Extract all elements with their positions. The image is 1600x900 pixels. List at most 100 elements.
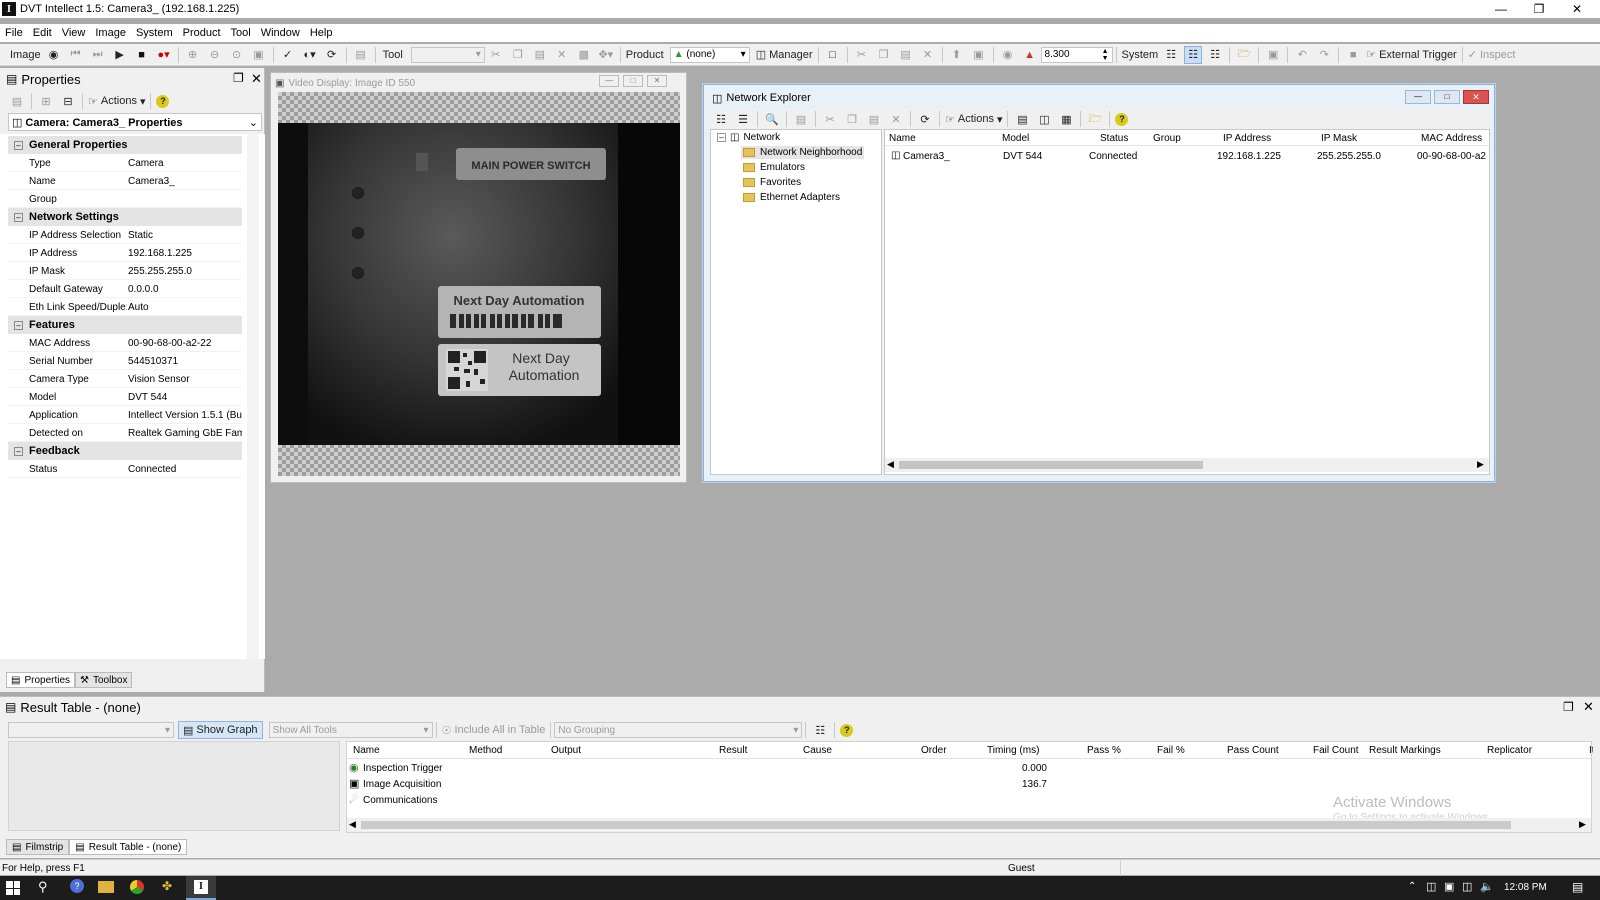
tray-app-icon[interactable]: ◫ (1426, 880, 1436, 893)
stop-icon[interactable]: ■ (133, 46, 151, 64)
object-selector[interactable]: ◫ Camera: Camera3_ Properties ⌄ (8, 113, 262, 131)
tree-node-ethernet-adapters[interactable]: Ethernet Adapters (743, 192, 840, 203)
property-grid-scrollbar[interactable] (247, 134, 259, 659)
contrast-icon[interactable]: ◐▾ (301, 46, 319, 64)
column-header-order[interactable]: Order (921, 745, 947, 756)
grouping-combo[interactable]: No Grouping ▾ (554, 722, 803, 738)
column-header-method[interactable]: Method (469, 745, 502, 756)
list-view-icon[interactable]: ☰ (734, 110, 752, 128)
gain-icon[interactable]: ▲ (1021, 46, 1039, 64)
search-icon[interactable]: ⚲ (38, 879, 48, 895)
play-icon[interactable]: ▶ (111, 46, 129, 64)
hierarchy-icon[interactable]: ☷ (811, 721, 829, 739)
tool-combo[interactable]: ▾ (410, 46, 485, 63)
collapse-all-icon[interactable]: ⊟ (59, 92, 77, 110)
column-header-model[interactable]: Model (1002, 133, 1029, 144)
menu-image[interactable]: Image (90, 27, 131, 39)
menu-edit[interactable]: Edit (28, 27, 57, 39)
upload-icon[interactable]: ⬆ (948, 46, 966, 64)
system-disconnect-icon[interactable]: ☷ (1206, 46, 1224, 64)
camera-snap-icon[interactable]: ◉ (45, 46, 63, 64)
display-mode-icon[interactable]: ⟳ (323, 46, 341, 64)
system-connect-icon[interactable]: ☷ (1184, 45, 1203, 64)
close-icon[interactable]: ✕ (1463, 90, 1489, 104)
include-all-button[interactable]: ☉ Include All in Table (442, 721, 546, 739)
tray-camera-icon[interactable]: ▣ (1444, 880, 1454, 893)
tool-app-icon[interactable]: ✤ (162, 879, 172, 893)
collapse-icon[interactable]: – (14, 320, 23, 330)
view-details-icon[interactable]: ▤ (1013, 110, 1031, 128)
new-product-icon[interactable]: □ (824, 46, 842, 64)
system-network-icon[interactable]: ☷ (1162, 46, 1180, 64)
notifications-icon[interactable]: ▤ (1572, 880, 1583, 894)
tab-properties[interactable]: ▤ Properties (6, 672, 76, 688)
property-row[interactable]: Model DVT 544 (8, 388, 242, 406)
first-frame-icon[interactable]: ⏮ (67, 46, 85, 64)
collapse-icon[interactable]: – (14, 140, 23, 150)
properties-actions-button[interactable]: ☞ Actions ▾ (88, 92, 145, 110)
checkmark-tool-icon[interactable]: ✓ (279, 46, 297, 64)
help-icon[interactable]: ? (156, 92, 170, 110)
refresh-icon[interactable]: ⟳ (916, 110, 934, 128)
property-row[interactable]: Type Camera (8, 154, 242, 172)
table-row[interactable]: ▣ Image Acquisition 136.7 (347, 776, 1591, 792)
save-system-icon[interactable]: ▣ (1264, 46, 1282, 64)
help-app-icon[interactable]: ? (70, 879, 84, 893)
stop-system-icon[interactable]: ■ (1344, 46, 1362, 64)
speaker-icon[interactable]: 🔈 (1480, 880, 1494, 893)
horizontal-scrollbar[interactable]: ◀ ▶ (885, 458, 1489, 472)
inspect-button[interactable]: ✓ Inspect (1468, 46, 1516, 64)
maximize-icon[interactable]: □ (623, 75, 643, 87)
close-panel-icon[interactable]: ✕ (251, 71, 262, 87)
scroll-left-icon[interactable]: ◀ (349, 819, 356, 830)
menu-view[interactable]: View (57, 27, 91, 39)
float-window-icon[interactable]: ❐ (233, 71, 244, 85)
paste-icon[interactable]: ▤ (531, 46, 549, 64)
property-row[interactable]: Default Gateway 0.0.0.0 (8, 280, 242, 298)
table-row[interactable]: ◫ Camera3_ DVT 544 Connected 192.168.1.2… (885, 148, 1489, 164)
minimize-icon[interactable]: — (1405, 90, 1431, 104)
file-explorer-icon[interactable] (98, 881, 114, 893)
collapse-icon[interactable]: – (717, 133, 726, 142)
column-header-name[interactable]: Name (889, 133, 916, 144)
cut-icon[interactable]: ✂ (821, 110, 839, 128)
product-combo[interactable]: ▲ (none) ▾ (669, 46, 750, 63)
network-tree-icon[interactable]: ☷ (712, 110, 730, 128)
view-grid-icon[interactable]: ▦ (1057, 110, 1075, 128)
section-features[interactable]: – Features (8, 316, 242, 334)
search-icon[interactable]: 🔍 (763, 110, 781, 128)
collapse-icon[interactable]: – (14, 446, 23, 456)
tab-toolbox[interactable]: ⚒ Toolbox (75, 672, 133, 688)
column-header-result[interactable]: Result (719, 745, 747, 756)
menu-system[interactable]: System (131, 27, 178, 39)
network-actions-button[interactable]: ☞ Actions ▾ (945, 110, 1002, 128)
property-row[interactable]: Eth Link Speed/Duple: Auto (8, 298, 242, 316)
column-header-it[interactable]: It (1589, 745, 1593, 756)
column-header-group[interactable]: Group (1153, 133, 1181, 144)
record-icon[interactable]: ●▾ (155, 46, 173, 64)
exposure-icon[interactable]: ◉ (999, 46, 1017, 64)
image-canvas[interactable]: MAIN POWER SWITCH Next Day Automation Ne… (278, 92, 680, 476)
zoom-window-icon[interactable]: ▣ (250, 46, 268, 64)
intellect-taskbar-button[interactable]: I (186, 876, 216, 900)
menu-help[interactable]: Help (305, 27, 338, 39)
menu-product[interactable]: Product (178, 27, 226, 39)
open-folder-icon[interactable]: 🗁 (1086, 110, 1104, 128)
zoom-out-icon[interactable]: ⊖ (206, 46, 224, 64)
external-trigger-button[interactable]: ☞ External Trigger (1366, 46, 1457, 64)
column-header-fail-count[interactable]: Fail Count (1313, 745, 1359, 756)
collapse-icon[interactable]: – (14, 212, 23, 222)
section-network[interactable]: – Network Settings (8, 208, 242, 226)
tab-result-table[interactable]: ▤ Result Table - (none) (69, 839, 188, 855)
property-row[interactable]: Application Intellect Version 1.5.1 (Buil (8, 406, 242, 424)
column-header-ip-address[interactable]: IP Address (1223, 133, 1271, 144)
last-frame-icon[interactable]: ⏭ (89, 46, 107, 64)
property-row[interactable]: Detected on Realtek Gaming GbE Famil (8, 424, 242, 442)
column-header-status[interactable]: Status (1100, 133, 1128, 144)
cut-product-icon[interactable]: ✂ (853, 46, 871, 64)
property-row[interactable]: IP Address Selection Static (8, 226, 242, 244)
properties-icon[interactable]: ▤ (792, 110, 810, 128)
minimize-icon[interactable]: — (1482, 0, 1520, 18)
expand-all-icon[interactable]: ⊞ (37, 92, 55, 110)
scrollbar-thumb[interactable] (361, 821, 1511, 829)
